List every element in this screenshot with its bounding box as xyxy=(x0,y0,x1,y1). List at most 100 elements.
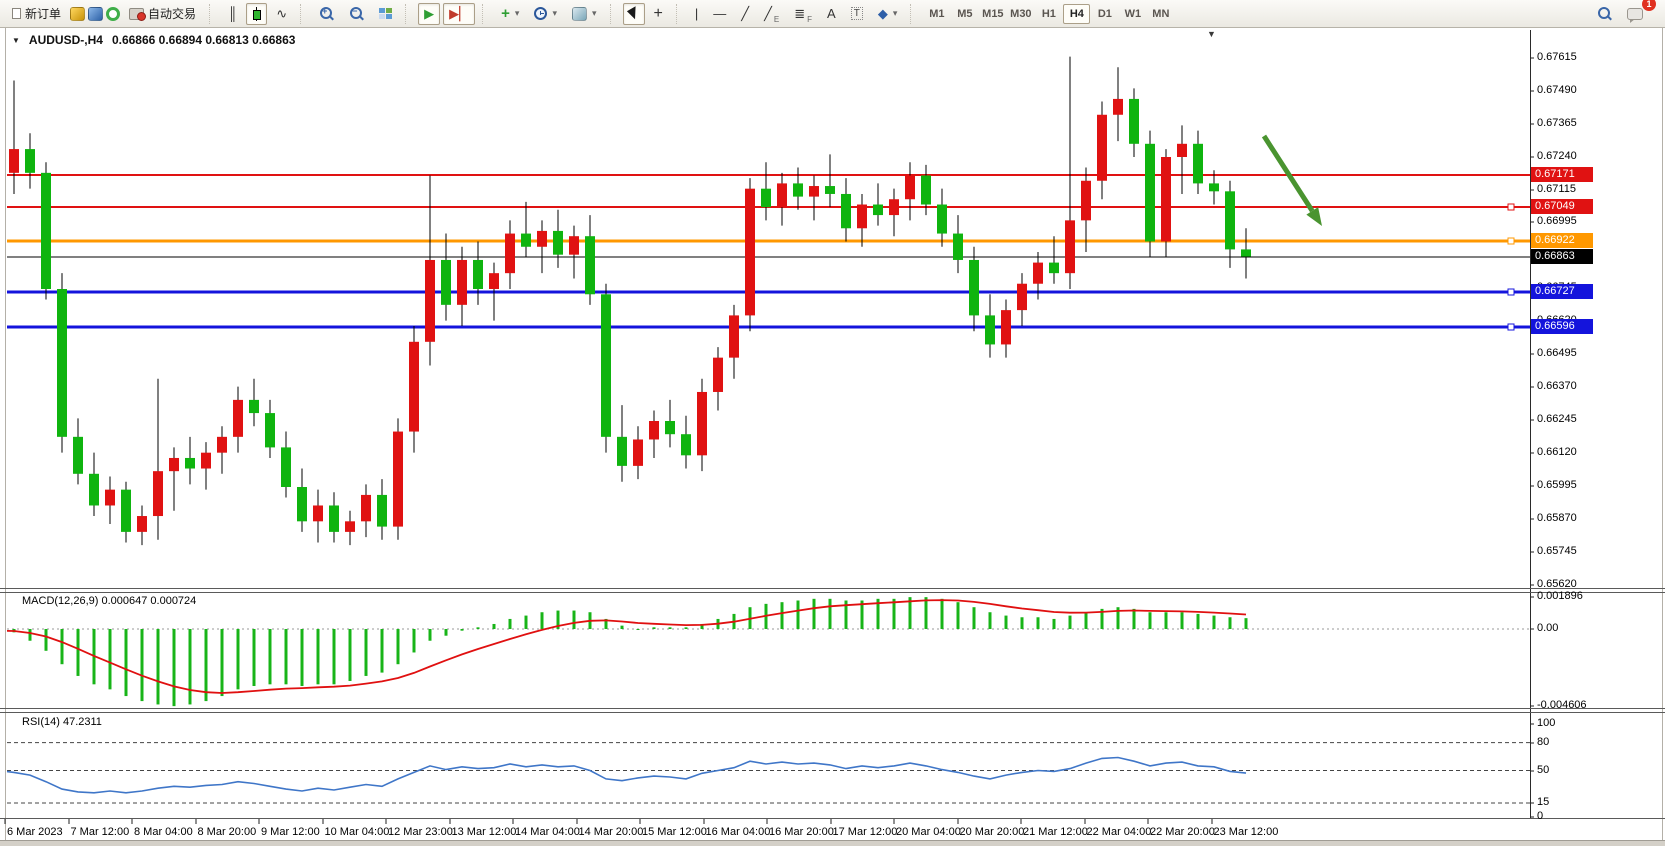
timeframe-m15[interactable]: M15 xyxy=(979,4,1006,24)
vertical-line-button[interactable]: | xyxy=(689,3,704,25)
time-tick-label: 6 Mar 2023 xyxy=(7,826,63,838)
price-tick-label: 0.65620 xyxy=(1537,578,1577,590)
window-left-edge xyxy=(5,28,6,846)
templates-button[interactable]: ▾ xyxy=(566,3,603,25)
price-tick-label: 0.65870 xyxy=(1537,512,1577,524)
time-tick-label: 14 Mar 04:00 xyxy=(515,826,580,838)
rsi-tick-label: 100 xyxy=(1537,717,1555,729)
price-tick-label: 0.66245 xyxy=(1537,413,1577,425)
auto-trading-button[interactable]: 自动交易 xyxy=(123,3,202,25)
pane-separator[interactable] xyxy=(0,592,1665,593)
symbol-period-label: AUDUSD-,H4 xyxy=(29,33,103,47)
time-tick-label: 16 Mar 04:00 xyxy=(706,826,771,838)
price-tick-label: 0.67490 xyxy=(1537,84,1577,96)
news-icon[interactable] xyxy=(70,7,85,21)
text-tool-button[interactable]: A xyxy=(821,3,842,25)
channel-sub-label: E xyxy=(774,15,779,24)
auto-scroll-button[interactable]: ▶ xyxy=(418,3,440,25)
time-tick-label: 16 Mar 20:00 xyxy=(769,826,834,838)
price-tick-label: 0.66120 xyxy=(1537,446,1577,458)
toolbar-separator xyxy=(610,4,616,24)
pane-separator[interactable] xyxy=(0,708,1665,709)
macd-tick-label: -0.004606 xyxy=(1537,699,1587,711)
price-axis-border xyxy=(1530,30,1531,818)
zoom-in-icon: + xyxy=(319,6,334,21)
rsi-tick-label: 0 xyxy=(1537,810,1543,822)
rsi-tick-label: 50 xyxy=(1537,764,1549,776)
candle-chart-button[interactable] xyxy=(246,3,267,25)
window-bottom-edge xyxy=(0,840,1665,846)
time-tick-label: 22 Mar 20:00 xyxy=(1150,826,1215,838)
time-tick-label: 21 Mar 12:00 xyxy=(1023,826,1088,838)
label-tool-button[interactable]: T xyxy=(845,3,869,25)
text-tool-icon: A xyxy=(827,7,836,20)
timeframe-w1[interactable]: W1 xyxy=(1119,4,1146,24)
time-tick-label: 22 Mar 04:00 xyxy=(1087,826,1152,838)
chart-shift-icon: ▶▏ xyxy=(449,7,469,20)
auto-trading-label: 自动交易 xyxy=(148,5,196,22)
price-badge: 0.66922 xyxy=(1531,233,1593,248)
crosshair-button[interactable]: + xyxy=(648,3,669,25)
tile-windows-button[interactable] xyxy=(373,3,398,25)
timeframe-h4[interactable]: H4 xyxy=(1063,4,1090,24)
timeframe-d1[interactable]: D1 xyxy=(1091,4,1118,24)
timeframe-mn[interactable]: MN xyxy=(1147,4,1174,24)
search-button[interactable] xyxy=(1591,3,1618,25)
rsi-tick-label: 15 xyxy=(1537,796,1549,808)
template-icon xyxy=(572,7,587,21)
line-chart-icon: ∿ xyxy=(276,7,287,20)
vertical-line-icon: | xyxy=(695,7,698,20)
time-tick-label: 8 Mar 20:00 xyxy=(198,826,257,838)
price-tick-label: 0.66495 xyxy=(1537,347,1577,359)
new-order-label: 新订单 xyxy=(25,5,61,22)
time-axis-border xyxy=(0,818,1665,819)
time-tick-label: 23 Mar 12:00 xyxy=(1214,826,1279,838)
arrows-tool-button[interactable]: ◆ ▾ xyxy=(872,3,904,25)
line-chart-button[interactable]: ∿ xyxy=(270,3,293,25)
toolbar-separator xyxy=(300,4,306,24)
fibonacci-button[interactable]: ≣F xyxy=(788,3,818,25)
notifications-button[interactable]: 1 xyxy=(1621,3,1649,25)
signal-icon[interactable] xyxy=(106,7,120,21)
chevron-down-icon: ▾ xyxy=(552,8,557,19)
time-tick-label: 8 Mar 04:00 xyxy=(134,826,193,838)
horizontal-line-button[interactable]: — xyxy=(707,3,732,25)
fibonacci-icon: ≣ xyxy=(794,7,805,20)
chart-shift-marker[interactable]: ▼ xyxy=(1207,29,1216,39)
chevron-down-icon: ▾ xyxy=(592,8,597,19)
trendline-button[interactable]: ╱ xyxy=(735,3,755,25)
timeframe-h1[interactable]: H1 xyxy=(1035,4,1062,24)
search-icon xyxy=(1597,6,1612,21)
price-tick-label: 0.65995 xyxy=(1537,479,1577,491)
toolbar-separator xyxy=(910,4,916,24)
pane-separator[interactable] xyxy=(0,712,1665,713)
zoom-out-button[interactable]: − xyxy=(343,3,370,25)
timeframe-m5[interactable]: M5 xyxy=(951,4,978,24)
indicators-icon: + xyxy=(501,6,510,21)
timeframe-m1[interactable]: M1 xyxy=(923,4,950,24)
price-tick-label: 0.67115 xyxy=(1537,183,1576,195)
time-tick-label: 20 Mar 04:00 xyxy=(896,826,961,838)
clock-icon xyxy=(534,7,547,20)
chart-window[interactable] xyxy=(0,28,1665,846)
symbol-collapse-icon[interactable]: ▼ xyxy=(12,36,20,45)
chart-shift-button[interactable]: ▶▏ xyxy=(443,3,475,25)
rsi-tick-label: 80 xyxy=(1537,736,1549,748)
zoom-out-icon: − xyxy=(349,6,364,21)
toolbar-separator xyxy=(482,4,488,24)
community-icon[interactable] xyxy=(88,7,103,21)
bar-chart-button[interactable]: ║ xyxy=(222,3,243,25)
tile-windows-icon xyxy=(379,8,392,20)
chevron-down-icon: ▾ xyxy=(893,8,898,19)
pane-separator[interactable] xyxy=(0,588,1665,589)
toolbar-separator xyxy=(405,4,411,24)
zoom-in-button[interactable]: + xyxy=(313,3,340,25)
timeframe-m30[interactable]: M30 xyxy=(1007,4,1034,24)
indicators-button[interactable]: + ▾ xyxy=(495,3,525,25)
price-badge: 0.67049 xyxy=(1531,199,1593,214)
trendline-icon: ╱ xyxy=(741,7,749,20)
new-order-button[interactable]: 新订单 xyxy=(6,3,67,25)
cursor-button[interactable] xyxy=(623,3,645,25)
periods-button[interactable]: ▾ xyxy=(528,3,563,25)
channel-button[interactable]: ╱E xyxy=(758,3,785,25)
